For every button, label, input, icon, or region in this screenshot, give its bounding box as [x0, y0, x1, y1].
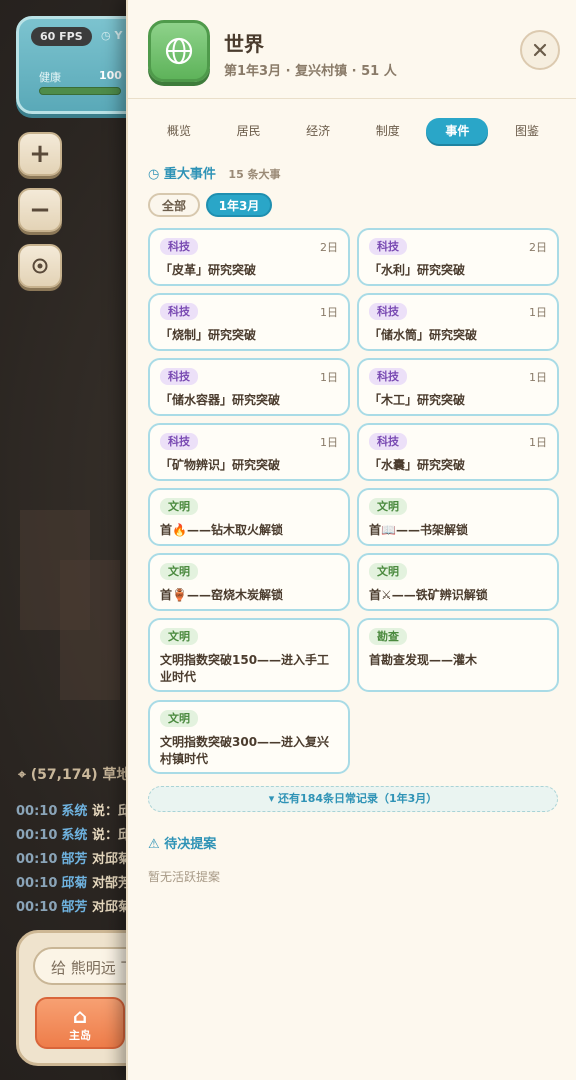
- close-icon: [533, 43, 547, 57]
- minus-icon: −: [29, 195, 51, 225]
- event-tag: 科技: [160, 433, 198, 450]
- event-tag: 科技: [160, 368, 198, 385]
- event-day: 2日: [320, 241, 338, 254]
- event-card[interactable]: 勘查 首勘查发现——灌木: [357, 618, 559, 692]
- show-more-records-button[interactable]: ▾ 还有184条日常记录（1年3月）: [148, 786, 558, 812]
- event-text: 「储水容器」研究突破: [160, 393, 281, 407]
- filter-month-button[interactable]: 1年3月: [206, 193, 272, 217]
- proposals-empty-text: 暂无活跃提案: [148, 870, 221, 884]
- event-card[interactable]: 科技 2日 「皮革」研究突破: [148, 228, 350, 286]
- target-icon: [32, 258, 48, 274]
- chat-line: 00:10 郜芳 对邱菊: [16, 852, 131, 867]
- health-value: 100: [99, 69, 122, 82]
- fps-counter: 60 FPS: [31, 27, 92, 46]
- terrain-block: [60, 560, 120, 700]
- event-text: 首🔥——钻木取火解锁: [160, 523, 283, 537]
- filter-all-button[interactable]: 全部: [148, 193, 200, 217]
- event-card[interactable]: 科技 1日 「矿物辨识」研究突破: [148, 423, 350, 481]
- event-card[interactable]: 科技 1日 「水囊」研究突破: [357, 423, 559, 481]
- event-card[interactable]: 文明 文明指数突破150——进入手工业时代: [148, 618, 350, 692]
- event-day: 1日: [320, 436, 338, 449]
- panel-tabs: 概览 居民 经济 制度 事件 图鉴: [148, 118, 558, 144]
- event-card[interactable]: 文明 首⚔——铁矿辨识解锁: [357, 553, 559, 611]
- clock-icon: ◷: [148, 167, 160, 182]
- event-text: 文明指数突破300——进入复兴村镇时代: [160, 735, 330, 766]
- panel-title: 世界: [224, 32, 264, 56]
- hud-extra-stat: ◷ Y: [101, 29, 123, 42]
- event-text: 首🏺——窑烧木炭解锁: [160, 588, 283, 602]
- chat-line: 00:10 郜芳 对邱菊: [16, 900, 131, 915]
- event-day: 1日: [529, 436, 547, 449]
- event-card[interactable]: 文明 文明指数突破300——进入复兴村镇时代: [148, 700, 350, 774]
- home-icon: ⌂: [72, 1004, 88, 1028]
- tab-economy[interactable]: 经济: [287, 118, 349, 144]
- tab-codex[interactable]: 图鉴: [496, 118, 558, 144]
- chat-line: 00:10 系统 说：邱: [16, 828, 131, 843]
- chat-line: 00:10 邱菊 对郜芳: [16, 876, 131, 891]
- event-tag: 文明: [160, 563, 198, 580]
- event-text: 「烧制」研究突破: [160, 328, 257, 342]
- home-button-label: 主岛: [69, 1029, 91, 1042]
- event-card[interactable]: 文明 首🔥——钻木取火解锁: [148, 488, 350, 546]
- event-tag: 科技: [369, 368, 407, 385]
- event-text: 「水囊」研究突破: [369, 458, 466, 472]
- event-text: 首⚔——铁矿辨识解锁: [369, 588, 488, 602]
- event-tag: 文明: [160, 628, 198, 645]
- world-logo: [148, 20, 210, 82]
- globe-icon: [165, 37, 193, 65]
- event-tag: 科技: [369, 433, 407, 450]
- event-tag: 科技: [369, 238, 407, 255]
- event-day: 1日: [320, 306, 338, 319]
- plus-icon: +: [29, 139, 51, 169]
- event-card[interactable]: 科技 1日 「木工」研究突破: [357, 358, 559, 416]
- home-island-button[interactable]: ⌂ 主岛: [35, 997, 125, 1049]
- event-day: 1日: [320, 371, 338, 384]
- event-card[interactable]: 科技 2日 「水利」研究突破: [357, 228, 559, 286]
- event-tag: 勘查: [369, 628, 407, 645]
- event-text: 首勘查发现——灌木: [369, 653, 478, 667]
- health-bar: [39, 87, 121, 95]
- event-card[interactable]: 文明 首📖——书架解锁: [357, 488, 559, 546]
- center-view-button[interactable]: [18, 244, 62, 288]
- event-tag: 科技: [160, 238, 198, 255]
- tab-overview[interactable]: 概览: [148, 118, 210, 144]
- tab-institutions[interactable]: 制度: [357, 118, 419, 144]
- event-count: 15 条大事: [228, 168, 281, 181]
- event-card[interactable]: 科技 1日 「储水容器」研究突破: [148, 358, 350, 416]
- event-tag: 科技: [369, 303, 407, 320]
- event-text: 文明指数突破150——进入手工业时代: [160, 653, 330, 684]
- event-tag: 文明: [369, 498, 407, 515]
- location-readout: ⌖ (57,174) 草地: [18, 767, 131, 783]
- event-card[interactable]: 科技 1日 「储水筒」研究突破: [357, 293, 559, 351]
- event-tag: 文明: [160, 498, 198, 515]
- event-day: 2日: [529, 241, 547, 254]
- major-events-header: ◷ 重大事件 15 条大事: [148, 167, 281, 182]
- zoom-in-button[interactable]: +: [18, 132, 62, 176]
- pending-proposals-header: ⚠ 待决提案: [148, 837, 217, 852]
- event-day: 1日: [529, 306, 547, 319]
- warning-icon: ⚠: [148, 837, 160, 852]
- event-text: 首📖——书架解锁: [369, 523, 468, 537]
- event-card[interactable]: 科技 1日 「烧制」研究突破: [148, 293, 350, 351]
- health-label: 健康: [39, 71, 61, 84]
- close-button[interactable]: [520, 30, 560, 70]
- header-divider: [128, 98, 576, 99]
- tab-residents[interactable]: 居民: [218, 118, 280, 144]
- event-card[interactable]: 文明 首🏺——窑烧木炭解锁: [148, 553, 350, 611]
- world-panel: 世界 第1年3月 · 复兴村镇 · 51 人 概览 居民 经济 制度 事件 图鉴…: [126, 0, 576, 1080]
- event-tag: 科技: [160, 303, 198, 320]
- zoom-out-button[interactable]: −: [18, 188, 62, 232]
- event-text: 「矿物辨识」研究突破: [160, 458, 281, 472]
- tab-events[interactable]: 事件: [426, 118, 489, 144]
- event-text: 「木工」研究突破: [369, 393, 466, 407]
- event-tag: 文明: [160, 710, 198, 727]
- event-text: 「储水筒」研究突破: [369, 328, 478, 342]
- panel-subtitle: 第1年3月 · 复兴村镇 · 51 人: [224, 64, 397, 79]
- event-tag: 文明: [369, 563, 407, 580]
- event-text: 「水利」研究突破: [369, 263, 466, 277]
- chat-line: 00:10 系统 说：邱: [16, 804, 131, 819]
- location-pin-icon: ⌖: [18, 767, 26, 783]
- event-day: 1日: [529, 371, 547, 384]
- event-text: 「皮革」研究突破: [160, 263, 257, 277]
